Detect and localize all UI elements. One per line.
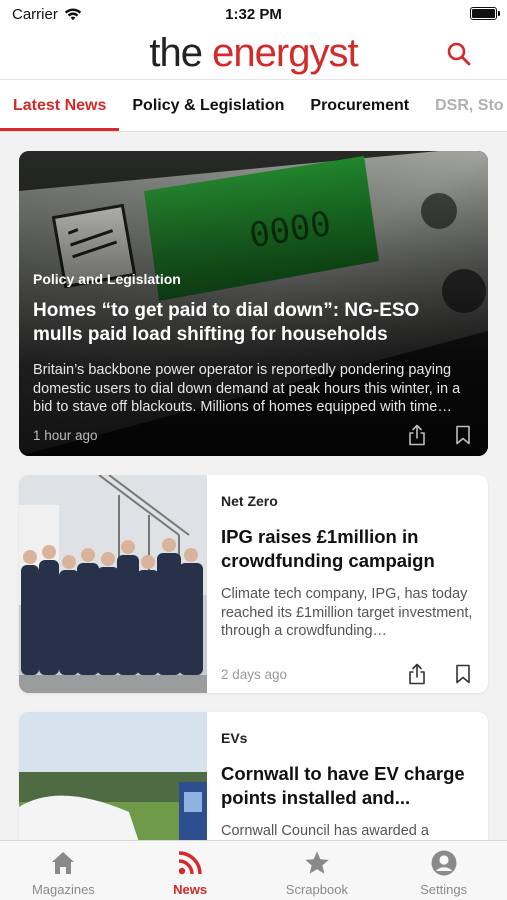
share-icon (409, 424, 425, 446)
brand-the: the (149, 31, 203, 75)
article-bookmark-button[interactable] (452, 663, 474, 685)
hero-article-card[interactable]: 0000 Policy and Legislation Homes “to ge… (19, 151, 488, 456)
tabbar-magazines[interactable]: Magazines (0, 841, 127, 900)
bottom-tab-bar: Magazines News Scrapbook Settings (0, 840, 507, 900)
battery-icon (470, 7, 500, 20)
article-share-button[interactable] (406, 663, 428, 685)
tabbar-news-label: News (173, 882, 208, 897)
status-bar: Carrier 1:32 PM (0, 0, 507, 28)
tabbar-scrapbook[interactable]: Scrapbook (254, 841, 381, 900)
bookmark-icon (456, 664, 470, 684)
home-icon (52, 852, 75, 874)
news-feed: 0000 Policy and Legislation Homes “to ge… (0, 132, 507, 840)
article-card[interactable]: EVs Cornwall to have EV charge points in… (19, 712, 488, 840)
article-summary: Climate tech company, IPG, has today rea… (221, 586, 473, 639)
hero-summary: Britain’s backbone power operator is rep… (33, 362, 461, 415)
hero-share-button[interactable] (406, 424, 428, 446)
share-icon (409, 663, 425, 685)
hero-bookmark-button[interactable] (452, 424, 474, 446)
tab-procurement[interactable]: Procurement (297, 80, 422, 131)
tabbar-settings-label: Settings (420, 882, 468, 897)
tabbar-magazines-label: Magazines (31, 882, 95, 897)
article-card[interactable]: Net Zero IPG raises £1million in crowdfu… (19, 475, 488, 693)
hero-category: Policy and Legislation (33, 271, 181, 287)
hero-title: Homes “to get paid to dial down”: NG-ESO… (33, 300, 420, 345)
hero-footer: 1 hour ago (33, 424, 474, 446)
article-category: EVs (221, 730, 248, 746)
article-image-ev-charger (19, 712, 207, 840)
hero-timestamp: 1 hour ago (33, 427, 98, 443)
article-image-team-photo (19, 475, 207, 693)
article-body: Net Zero IPG raises £1million in crowdfu… (207, 475, 488, 693)
brand-logo: the energyst (149, 31, 358, 76)
search-button[interactable] (445, 40, 473, 68)
bookmark-icon (456, 425, 470, 445)
star-icon (305, 851, 329, 874)
tab-policy-legislation[interactable]: Policy & Legislation (119, 80, 297, 131)
article-title: IPG raises £1million in crowdfunding cam… (221, 526, 435, 571)
brand-energyst: energyst (212, 31, 358, 75)
status-time: 1:32 PM (225, 5, 282, 23)
article-category: Net Zero (221, 493, 278, 509)
tabbar-news[interactable]: News (127, 841, 254, 900)
article-summary: Cornwall Council has awarded a (221, 823, 429, 839)
article-footer: 2 days ago (221, 663, 474, 685)
search-icon (447, 42, 471, 66)
tab-latest-news[interactable]: Latest News (0, 80, 120, 131)
hero-content: Policy and Legislation Homes “to get pai… (33, 271, 474, 417)
person-icon (431, 850, 457, 876)
app-header: the energyst (0, 28, 507, 80)
article-title: Cornwall to have EV charge points instal… (221, 763, 465, 808)
article-body: EVs Cornwall to have EV charge points in… (207, 712, 488, 840)
article-timestamp: 2 days ago (221, 666, 288, 682)
tabbar-settings[interactable]: Settings (380, 841, 507, 900)
tabbar-scrapbook-label: Scrapbook (285, 882, 348, 897)
tab-dsr-storage[interactable]: DSR, Sto (422, 80, 507, 131)
category-tabs: Latest News Policy & Legislation Procure… (0, 80, 507, 132)
rss-icon (178, 851, 202, 875)
